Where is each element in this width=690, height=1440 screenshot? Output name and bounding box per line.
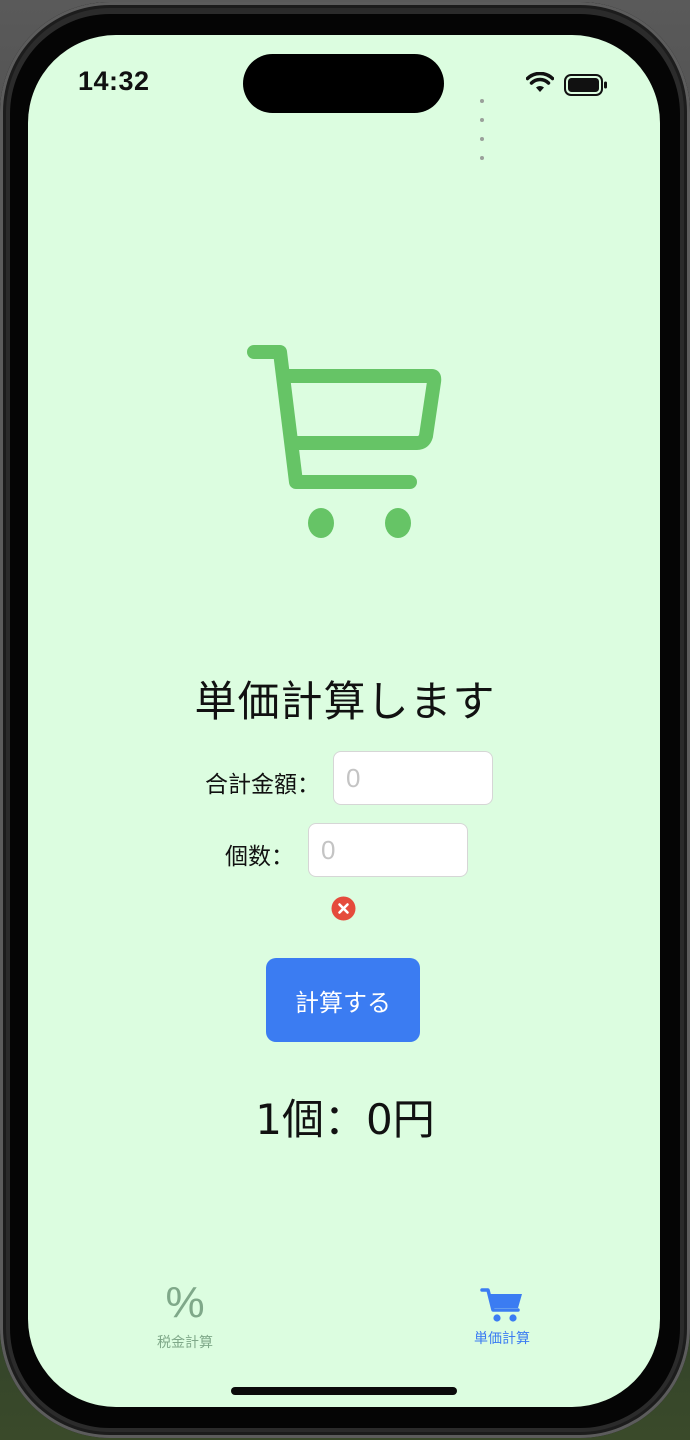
wifi-icon [526,72,554,92]
percent-icon: % [165,1278,205,1327]
tab-tax-label: 税金計算 [157,1335,213,1351]
cart-icon [247,345,442,538]
page-title: 単価計算します [194,677,496,726]
dynamic-island [243,54,444,113]
cart-icon [480,1288,522,1322]
tab-unit-label: 単価計算 [474,1331,530,1347]
battery-icon [564,74,607,96]
result-text: 1個：0円 [255,1095,435,1144]
count-input[interactable] [308,823,468,877]
calculate-button[interactable]: 計算する [266,958,420,1042]
home-indicator[interactable] [231,1387,457,1395]
total-amount-label: 合計金額： [205,772,320,798]
error-icon[interactable] [331,896,356,921]
total-amount-input[interactable] [333,751,493,805]
tab-unit-price[interactable]: 単価計算 [437,1280,567,1348]
status-time: 14:32 [78,66,150,96]
cellular-signal-icon [480,88,487,164]
count-label: 個数： [225,844,294,870]
tab-tax-calc[interactable]: % 税金計算 [120,1280,250,1352]
